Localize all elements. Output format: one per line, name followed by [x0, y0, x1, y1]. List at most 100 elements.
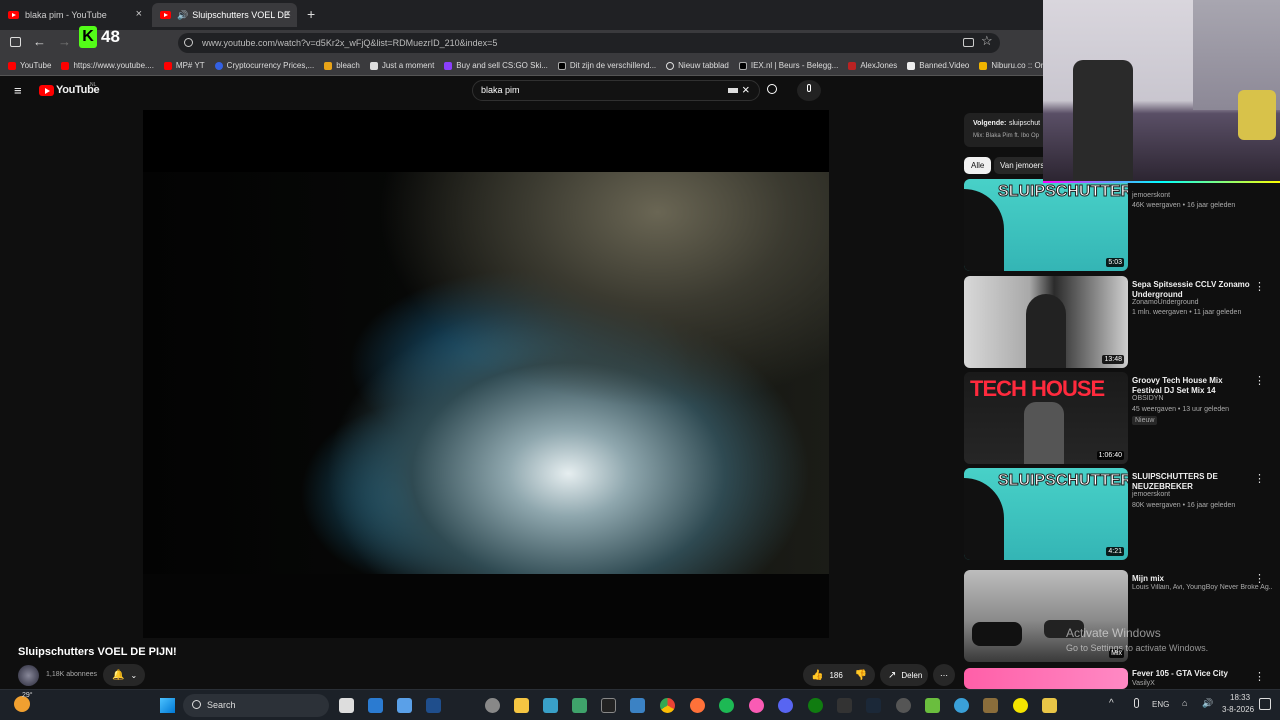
clock-time[interactable]: 18:33 — [1230, 693, 1250, 702]
video-title[interactable]: Mijn mix — [1132, 574, 1252, 584]
app-icon[interactable] — [983, 698, 998, 713]
bookmark-item[interactable]: MP# YT — [163, 61, 205, 70]
channel-name[interactable]: jemoerskont — [1132, 192, 1170, 199]
bookmark-item[interactable]: IEX.nl | Beurs - Belegg... — [738, 61, 838, 70]
search-input[interactable]: blaka pim — [472, 80, 760, 101]
notification-bell-button[interactable]: 🔔 ⌄ — [103, 664, 145, 686]
bookmark-item[interactable]: AlexJones — [848, 61, 897, 70]
channel-name[interactable]: OBSIDYN — [1132, 395, 1164, 402]
video-title[interactable]: SLUIPSCHUTTERS DE NEUZEBREKER — [1132, 472, 1252, 492]
forward-arrow-icon[interactable]: → — [58, 34, 71, 49]
video-title[interactable]: Groovy Tech House Mix Festival DJ Set Mi… — [1132, 376, 1252, 396]
keyboard-icon[interactable] — [728, 88, 738, 93]
channel-name[interactable]: VasilyX — [1132, 680, 1155, 687]
settings-gear-icon[interactable] — [485, 698, 500, 713]
video-title[interactable]: Fever 105 - GTA Vice City — [1132, 669, 1272, 679]
clear-search-icon[interactable]: × — [742, 82, 750, 97]
channel-name[interactable]: jemoerskont — [1132, 491, 1170, 498]
kick-logo-icon[interactable]: K — [79, 26, 97, 48]
thumbs-up-icon[interactable]: 👍 — [811, 670, 823, 681]
bookmark-item[interactable]: Banned.Video — [907, 61, 969, 70]
windows-start-icon[interactable] — [160, 698, 175, 713]
app-icon[interactable] — [896, 698, 911, 713]
bookmark-item[interactable]: Buy and sell CS:GO Ski... — [444, 61, 548, 70]
tab-search-results[interactable]: blaka pim - YouTube × — [0, 3, 148, 27]
app-icon[interactable] — [1013, 698, 1028, 713]
music-icon[interactable] — [749, 698, 764, 713]
notifications-icon[interactable] — [1259, 698, 1271, 710]
share-button[interactable]: ↗ Delen — [880, 664, 928, 686]
url-field[interactable]: www.youtube.com/watch?v=d5Kr2x_wFjQ&list… — [178, 33, 1000, 53]
store-icon[interactable] — [572, 698, 587, 713]
new-tab-button[interactable]: + — [307, 6, 315, 22]
menu-hamburger-icon[interactable]: ≡ — [14, 83, 22, 98]
xbox-icon[interactable] — [808, 698, 823, 713]
channel-name[interactable]: ZonamoUnderground — [1132, 299, 1199, 306]
bookmark-item[interactable]: https://www.youtube.... — [61, 61, 154, 70]
bookmark-item[interactable]: Nieuw tabblad — [666, 61, 729, 70]
steam-icon[interactable] — [866, 698, 881, 713]
calculator-icon[interactable] — [397, 698, 412, 713]
spotify-icon[interactable] — [719, 698, 734, 713]
tab-current-video[interactable]: 🔊 Sluipschutters VOEL DE PIJN! × — [152, 3, 297, 27]
site-info-icon[interactable] — [184, 38, 193, 47]
app-icon[interactable] — [1042, 698, 1057, 713]
bookmark-item[interactable]: Dit zijn de verschillend... — [557, 61, 656, 70]
channel-avatar[interactable] — [18, 665, 39, 686]
outlook-icon[interactable] — [368, 698, 383, 713]
video-thumbnail[interactable]: SLUIPSCHUTTERS 4:21 — [964, 468, 1128, 560]
photos-icon[interactable] — [630, 698, 645, 713]
more-vert-icon[interactable]: ⋮ — [1254, 472, 1265, 485]
install-app-icon[interactable] — [963, 38, 974, 47]
tab-close-icon[interactable]: × — [285, 8, 291, 20]
more-vert-icon[interactable]: ⋮ — [1254, 572, 1265, 585]
microphone-icon[interactable] — [1134, 698, 1139, 708]
video-player[interactable] — [143, 110, 829, 638]
taskbar-search[interactable]: Search — [183, 694, 329, 717]
more-vert-icon[interactable]: ⋮ — [1254, 670, 1265, 683]
bookmark-item[interactable]: YouTube — [8, 61, 51, 70]
list-item[interactable]: Fever 105 - GTA Vice City VasilyX — [964, 668, 1274, 689]
chip-all[interactable]: Alle — [964, 157, 992, 174]
video-title[interactable]: Sepa Spitsessie CCLV Zonamo Underground — [1132, 280, 1252, 300]
sidebar-toggle-icon[interactable] — [10, 37, 21, 47]
video-thumbnail[interactable]: 13:48 — [964, 276, 1128, 368]
clock-date[interactable]: 3-8-2026 — [1222, 705, 1254, 714]
app-icon[interactable] — [543, 698, 558, 713]
bookmark-item[interactable]: bleach — [324, 61, 360, 70]
list-item[interactable]: 13:48 Sepa Spitsessie CCLV Zonamo Underg… — [964, 276, 1274, 368]
bookmark-item[interactable]: Just a moment — [369, 61, 434, 70]
more-vert-icon[interactable]: ⋮ — [1254, 374, 1265, 387]
language-indicator[interactable]: ENG — [1152, 700, 1169, 709]
chrome-icon[interactable] — [660, 698, 675, 713]
video-thumbnail[interactable] — [964, 668, 1128, 689]
video-thumbnail[interactable]: SLUIPSCHUTTERS 5:03 — [964, 179, 1128, 271]
tab-close-icon[interactable]: × — [136, 8, 142, 20]
tray-chevron-icon[interactable]: ^ — [1109, 698, 1114, 709]
app-icon[interactable] — [954, 698, 969, 713]
bookmark-item[interactable]: Cryptocurrency Prices,... — [214, 61, 314, 70]
up-next-panel[interactable]: Volgende: sluipschut Mix: Blaka Pim ft. … — [964, 113, 1044, 147]
app-icon[interactable] — [426, 698, 441, 713]
app-icon[interactable] — [925, 698, 940, 713]
list-item[interactable]: SLUIPSCHUTTERS 4:21 SLUIPSCHUTTERS DE NE… — [964, 468, 1274, 560]
volume-icon[interactable]: 🔊 — [1202, 698, 1213, 709]
list-item[interactable]: SLUIPSCHUTTERS 5:03 jemoerskont 46K weer… — [964, 179, 1274, 271]
network-icon[interactable]: ⌂ — [1182, 698, 1187, 708]
bookmark-star-icon[interactable]: ☆ — [981, 33, 993, 49]
more-actions-button[interactable]: ⋯ — [933, 664, 955, 686]
like-count[interactable]: 186 — [829, 671, 842, 680]
thumbs-down-icon[interactable]: 👎 — [855, 670, 867, 681]
discord-icon[interactable] — [778, 698, 793, 713]
more-vert-icon[interactable]: ⋮ — [1254, 280, 1265, 293]
back-arrow-icon[interactable]: ← — [33, 34, 46, 49]
task-view-icon[interactable] — [339, 698, 354, 713]
chip-from-uploader[interactable]: Van jemoers — [994, 157, 1044, 174]
search-icon[interactable] — [767, 84, 777, 94]
list-item[interactable]: TECH HOUSE 1:06:40 Groovy Tech House Mix… — [964, 372, 1274, 464]
epic-games-icon[interactable] — [837, 698, 852, 713]
terminal-icon[interactable] — [601, 698, 616, 713]
file-explorer-icon[interactable] — [514, 698, 529, 713]
video-thumbnail[interactable]: TECH HOUSE 1:06:40 — [964, 372, 1128, 464]
firefox-icon[interactable] — [690, 698, 705, 713]
